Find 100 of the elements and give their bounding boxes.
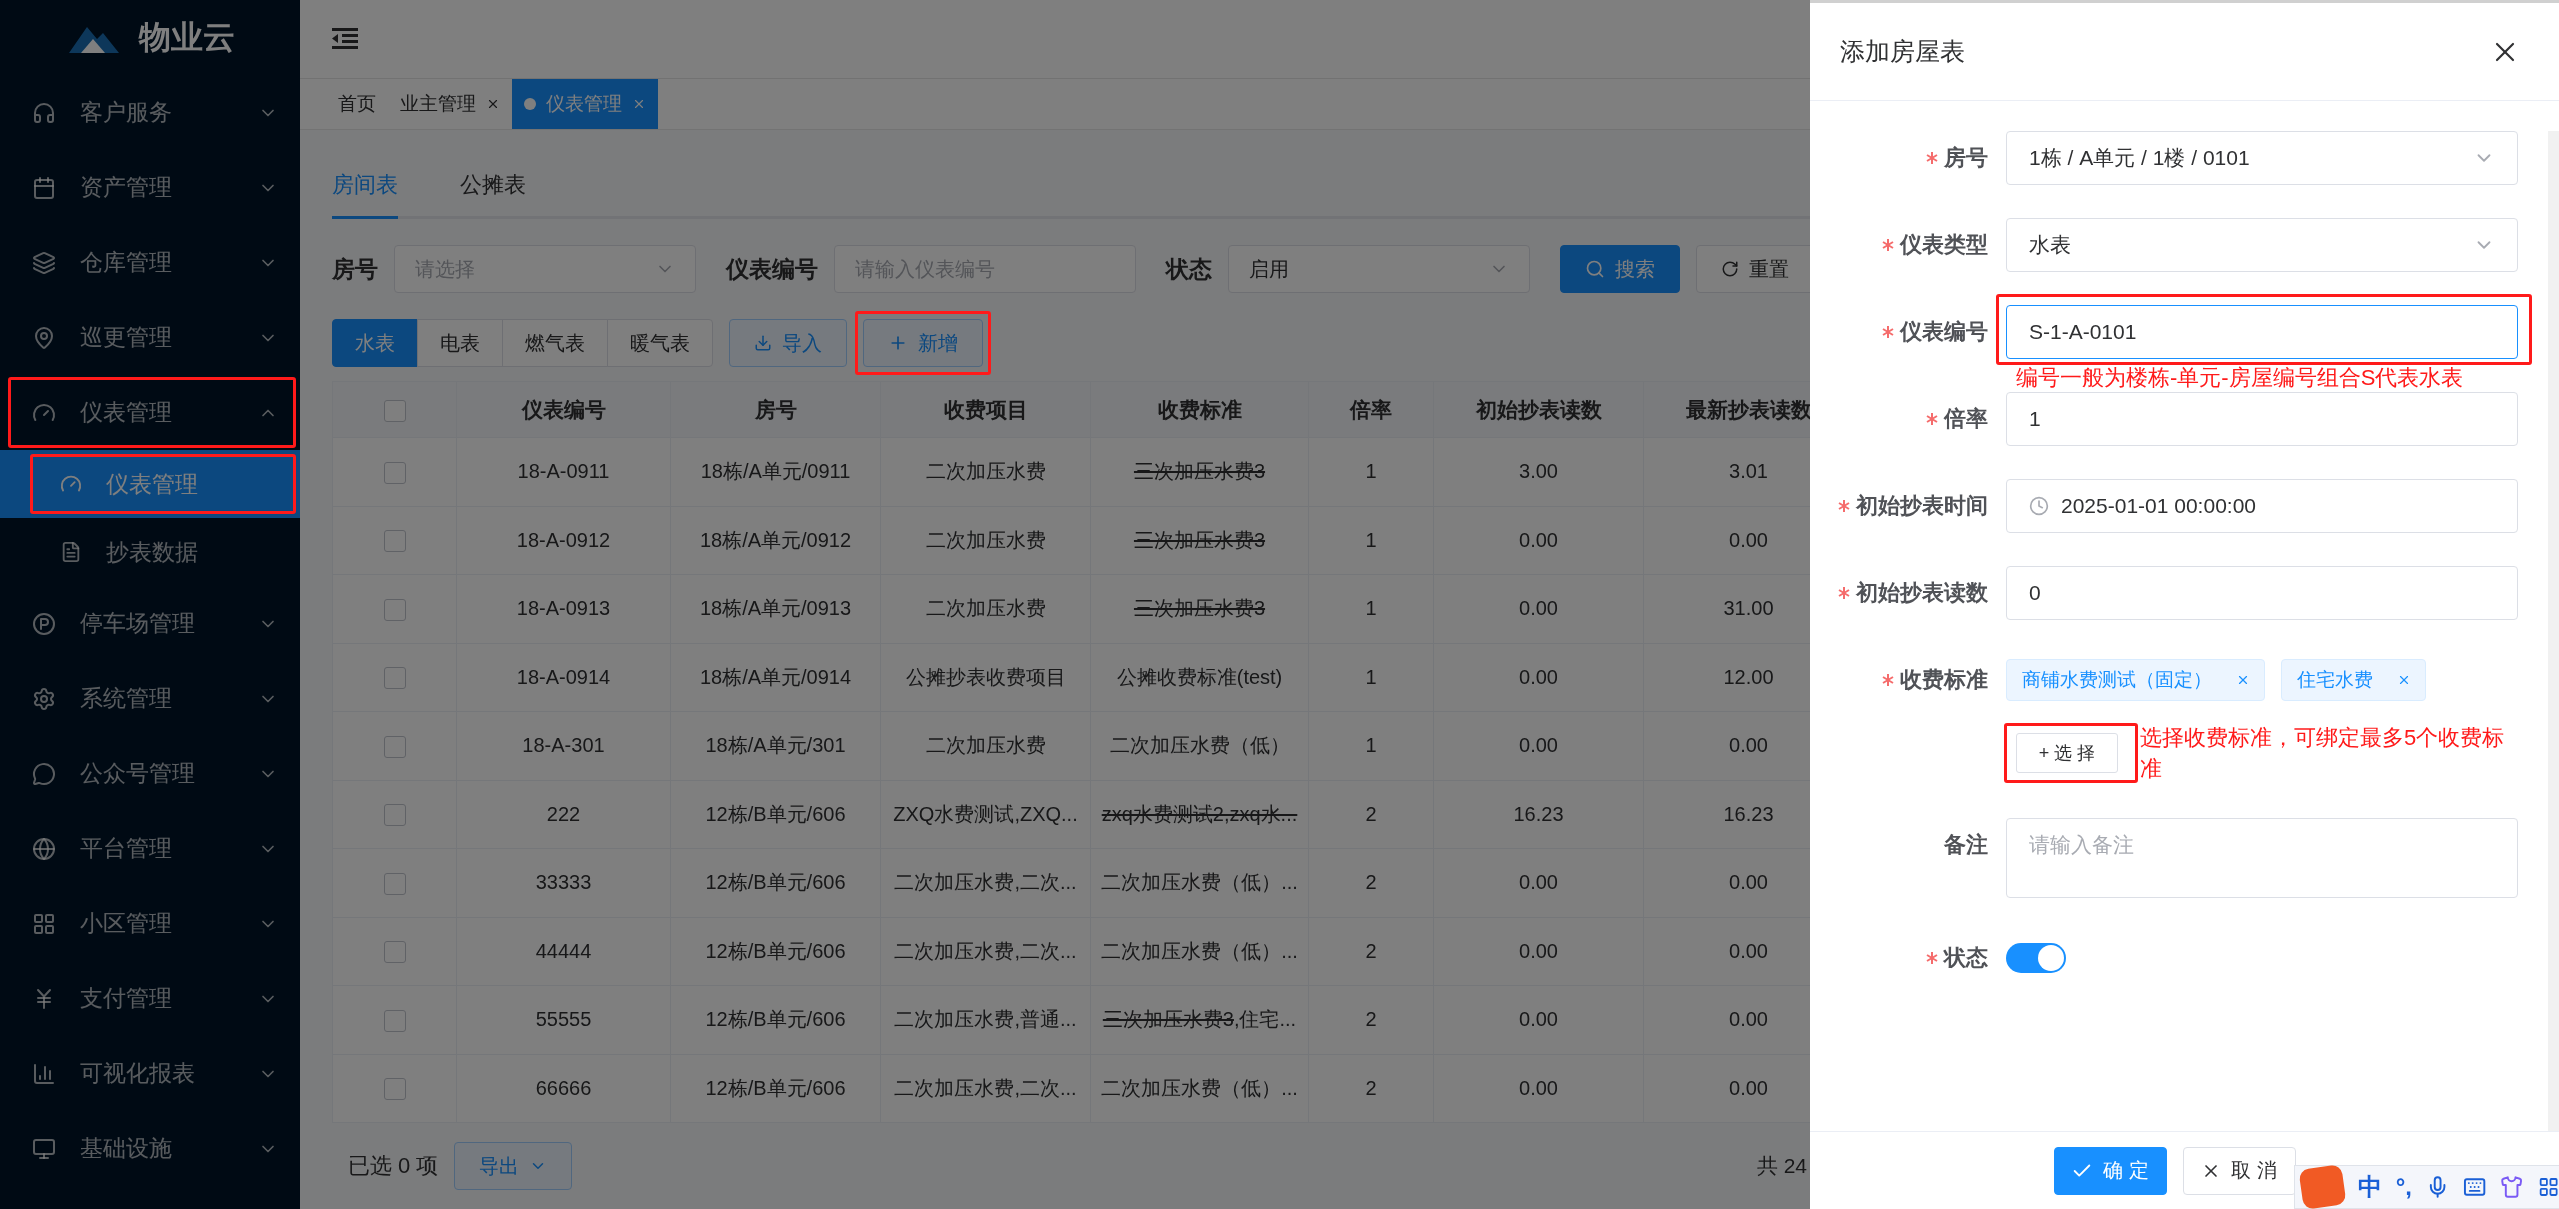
chat-icon [32, 761, 56, 786]
column-header: 仪表编号 [456, 381, 671, 438]
table-cell: 0.00 [1433, 1054, 1644, 1123]
table-cell: 二次加压水费 [880, 506, 1091, 575]
table-cell: ZXQ水费测试,ZXQ... [880, 780, 1091, 849]
table-cell: 0.00 [1433, 711, 1644, 780]
sidebar-item[interactable]: 系统管理 [0, 661, 300, 736]
ime-logo-icon [2298, 1164, 2347, 1209]
confirm-button[interactable]: 确 定 [2053, 1146, 2167, 1195]
meter-type-button[interactable]: 水表 [332, 319, 418, 367]
table-cell: 18栋/A单元/301 [670, 711, 881, 780]
sidebar-item[interactable]: 巡更管理 [0, 300, 300, 375]
ime-punctuation[interactable]: °, [2395, 1173, 2412, 1201]
table-cell: 三次加压水费3 [1090, 574, 1309, 643]
checkbox[interactable] [383, 399, 406, 422]
checkbox[interactable] [383, 667, 406, 690]
form-label: 初始抄表读数 [1856, 579, 1988, 607]
checkbox[interactable] [383, 804, 406, 827]
table-cell: 2 [1308, 848, 1434, 917]
input-field[interactable]: 1 [2006, 392, 2518, 446]
table-cell: 18栋/A单元/0911 [670, 437, 881, 506]
remark-field[interactable]: 请输入备注 [2006, 817, 2518, 898]
sidebar-subitem[interactable]: 抄表数据 [0, 518, 300, 586]
sidebar-item[interactable]: 支付管理 [0, 961, 300, 1036]
sidebar-item[interactable]: 仓库管理 [0, 225, 300, 300]
table-cell: 18-A-0913 [456, 574, 671, 643]
export-button[interactable]: 导出 [454, 1142, 573, 1190]
select-field[interactable]: 1栋 / A单元 / 1楼 / 0101 [2006, 131, 2518, 185]
parking-icon [32, 611, 56, 636]
headset-icon [32, 100, 56, 125]
status-switch[interactable] [2006, 942, 2066, 973]
table-cell: 3.00 [1433, 437, 1644, 506]
sidebar-item[interactable]: 基础设施 [0, 1111, 300, 1186]
fee-standard-tag: 商铺水费测试（固定） [2006, 659, 2265, 701]
column-header: 初始抄表读数 [1433, 381, 1644, 438]
table-cell: 18-A-0911 [456, 437, 671, 506]
sidebar-item[interactable]: 停车场管理 [0, 586, 300, 661]
sidebar-item[interactable]: 客户服务 [0, 75, 300, 150]
table-cell: 二次加压水费 [880, 574, 1091, 643]
checkbox[interactable] [383, 872, 406, 895]
meter-type-button[interactable]: 燃气表 [502, 319, 608, 367]
table-cell: 二次加压水费（低）... [1090, 1054, 1309, 1123]
globe-icon [32, 836, 56, 861]
checkbox[interactable] [383, 1078, 406, 1101]
input-field[interactable]: 2025-01-01 00:00:00 [2006, 479, 2518, 533]
add-button[interactable]: 新增 [863, 319, 983, 367]
input-field[interactable]: S-1-A-0101 [2006, 305, 2518, 359]
tab[interactable]: 公摊表 [460, 156, 526, 219]
meter-type-button[interactable]: 暖气表 [607, 319, 713, 367]
select-button[interactable]: + 选 择 [2016, 733, 2118, 773]
sidebar-item[interactable]: 小区管理 [0, 886, 300, 961]
table-cell: 18-A-0912 [456, 506, 671, 575]
checkbox[interactable] [383, 461, 406, 484]
checkbox[interactable] [383, 1009, 406, 1032]
column-header: 收费标准 [1090, 381, 1309, 438]
grid-icon[interactable] [2537, 1176, 2559, 1198]
fee-standard-tag: 住宅水费 [2281, 659, 2426, 701]
tab[interactable]: 房间表 [332, 156, 398, 219]
sidebar-item[interactable]: 仪表管理 [0, 375, 300, 450]
total-count: 共 24 [1756, 1153, 1807, 1179]
ime-language[interactable]: 中 [2357, 1171, 2382, 1203]
meter-type-button[interactable]: 电表 [417, 319, 503, 367]
checkbox[interactable] [383, 735, 406, 758]
table-cell: 公摊抄表收费项目 [880, 643, 1091, 712]
map-pin-icon [32, 325, 56, 350]
cancel-button[interactable]: 取 消 [2182, 1146, 2296, 1195]
table-cell: 公摊收费标准(test) [1090, 643, 1309, 712]
select-field[interactable]: 启用 [1228, 245, 1530, 293]
table-cell: 二次加压水费 [880, 711, 1091, 780]
table-cell: 0.00 [1433, 917, 1644, 986]
table-cell: 三次加压水费3,住宅... [1090, 985, 1309, 1054]
search-button[interactable]: 搜索 [1560, 245, 1680, 293]
checkbox[interactable] [383, 941, 406, 964]
sidebar-item[interactable]: 可视化报表 [0, 1036, 300, 1111]
shirt-icon[interactable] [2500, 1175, 2524, 1199]
checkbox[interactable] [383, 530, 406, 553]
bar-chart-icon [32, 1061, 56, 1086]
keyboard-icon[interactable] [2463, 1175, 2487, 1199]
checkbox[interactable] [383, 598, 406, 621]
page-tag[interactable]: 业主管理 [388, 78, 512, 129]
table-cell: 12栋/B单元/606 [670, 917, 881, 986]
table-cell: 0.00 [1433, 985, 1644, 1054]
import-button[interactable]: 导入 [729, 319, 847, 367]
page-tag[interactable]: 首页 [326, 78, 388, 129]
filter-label: 状态 [1166, 254, 1212, 284]
search-icon [1585, 259, 1605, 279]
sidebar-subitem[interactable]: 仪表管理 [0, 450, 300, 518]
sidebar-item[interactable]: 平台管理 [0, 811, 300, 886]
table-cell: 18栋/A单元/0912 [670, 506, 881, 575]
table-cell: 二次加压水费（低）... [1090, 848, 1309, 917]
table-cell: 66666 [456, 1054, 671, 1123]
input-field[interactable]: 0 [2006, 566, 2518, 620]
sidebar-item[interactable]: 资产管理 [0, 150, 300, 225]
page-tag[interactable]: 仪表管理 [512, 78, 658, 129]
grid-icon [32, 911, 56, 936]
menu-icon[interactable] [332, 27, 358, 50]
select-field[interactable]: 水表 [2006, 218, 2518, 272]
sidebar-item[interactable]: 公众号管理 [0, 736, 300, 811]
table-cell: 222 [456, 780, 671, 849]
table-cell: 55555 [456, 985, 671, 1054]
